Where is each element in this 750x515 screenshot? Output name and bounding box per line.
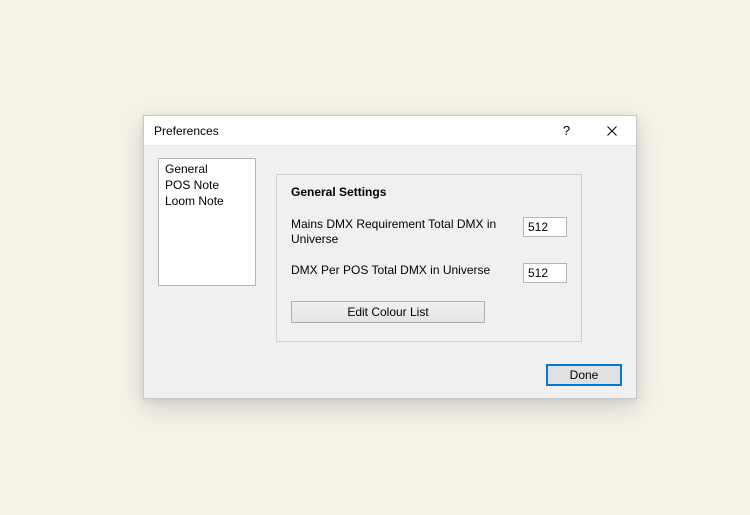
- mains-dmx-row: Mains DMX Requirement Total DMX in Unive…: [291, 217, 567, 247]
- help-button[interactable]: ?: [544, 116, 589, 146]
- general-settings-group: General Settings Mains DMX Requirement T…: [276, 174, 582, 342]
- close-icon: [607, 126, 617, 136]
- dialog-title: Preferences: [154, 124, 544, 138]
- done-button[interactable]: Done: [546, 364, 622, 386]
- dialog-body: General POS Note Loom Note General Setti…: [144, 146, 636, 354]
- dmx-per-pos-input[interactable]: [523, 263, 567, 283]
- preferences-dialog: Preferences ? General POS Note Loom Note…: [143, 115, 637, 399]
- mains-dmx-label: Mains DMX Requirement Total DMX in Unive…: [291, 217, 501, 247]
- list-item[interactable]: General: [159, 161, 255, 177]
- dmx-per-pos-row: DMX Per POS Total DMX in Universe: [291, 263, 567, 283]
- list-item[interactable]: POS Note: [159, 177, 255, 193]
- titlebar: Preferences ?: [144, 116, 636, 146]
- edit-colour-list-button[interactable]: Edit Colour List: [291, 301, 485, 323]
- group-title: General Settings: [291, 185, 567, 199]
- category-listbox[interactable]: General POS Note Loom Note: [158, 158, 256, 286]
- dmx-per-pos-label: DMX Per POS Total DMX in Universe: [291, 263, 490, 278]
- dialog-footer: Done: [546, 364, 622, 386]
- list-item[interactable]: Loom Note: [159, 193, 255, 209]
- close-button[interactable]: [589, 116, 634, 146]
- mains-dmx-input[interactable]: [523, 217, 567, 237]
